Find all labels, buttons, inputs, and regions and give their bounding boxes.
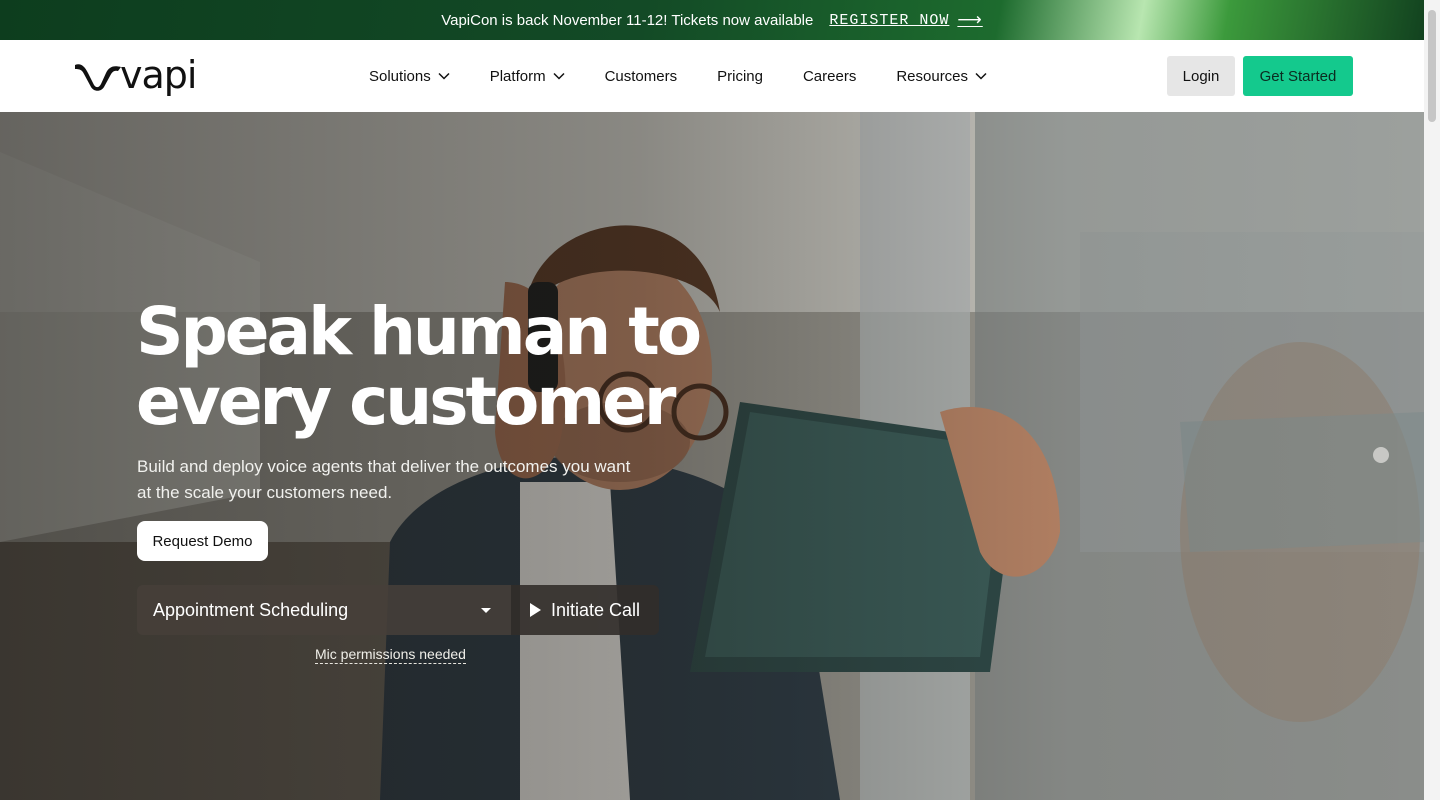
nav-customers-label: Customers	[604, 67, 678, 85]
nav-platform-label: Platform	[489, 67, 546, 85]
nav-solutions[interactable]: Solutions	[369, 68, 450, 85]
get-started-button[interactable]: Get Started	[1243, 56, 1353, 96]
nav-resources[interactable]: Resources	[896, 68, 987, 85]
mic-permissions-link[interactable]: Mic permissions needed	[315, 645, 466, 664]
nav-pricing-label: Pricing	[717, 67, 763, 85]
chevron-down-icon	[975, 72, 987, 80]
nav-platform[interactable]: Platform	[490, 68, 565, 85]
vapi-logo[interactable]: vapi	[74, 53, 197, 97]
hero-subtext: Build and deploy voice agents that deliv…	[137, 457, 631, 502]
register-now-link[interactable]: REGISTER NOW ⟶	[829, 10, 982, 30]
caret-down-icon	[481, 607, 491, 613]
scrollbar-thumb[interactable]	[1428, 10, 1436, 122]
use-case-select-value: Appointment Scheduling	[153, 599, 349, 620]
arrow-right-icon: ⟶	[957, 10, 983, 30]
nav-pricing[interactable]: Pricing	[717, 68, 763, 85]
use-case-select[interactable]: Appointment Scheduling	[137, 585, 511, 635]
logo-wordmark: vapi	[120, 53, 197, 97]
nav-resources-label: Resources	[896, 67, 969, 85]
call-widget: Appointment Scheduling Initiate Call	[137, 585, 659, 635]
login-button[interactable]: Login	[1167, 56, 1235, 96]
nav-customers[interactable]: Customers	[605, 68, 678, 85]
nav-careers[interactable]: Careers	[803, 68, 856, 85]
page-scrollbar[interactable]	[1424, 0, 1440, 800]
hero-headline-line1: Speak human to	[136, 293, 702, 370]
hero-headline-line2: every customer	[136, 363, 676, 440]
chevron-down-icon	[553, 72, 565, 80]
vapi-logo-mark-icon	[75, 64, 121, 91]
nav-solutions-label: Solutions	[369, 67, 431, 85]
banner-text: VapiCon is back November 11-12! Tickets …	[441, 11, 814, 29]
register-now-label: REGISTER NOW	[829, 11, 950, 29]
initiate-call-button[interactable]: Initiate Call	[511, 585, 659, 635]
nav-careers-label: Careers	[802, 67, 857, 85]
chevron-down-icon	[438, 72, 450, 80]
main-nav: Solutions Platform Customers Pricing Car…	[369, 40, 1027, 112]
play-icon	[529, 603, 541, 617]
hero-headline: Speak human to every customer	[136, 297, 776, 437]
initiate-call-label: Initiate Call	[550, 599, 641, 620]
hero-section: Speak human to every customer Build and …	[0, 112, 1424, 800]
request-demo-button[interactable]: Request Demo	[137, 521, 268, 561]
site-header: vapi Solutions Platform Customers Pricin…	[0, 40, 1424, 112]
announcement-banner: VapiCon is back November 11-12! Tickets …	[0, 0, 1424, 40]
